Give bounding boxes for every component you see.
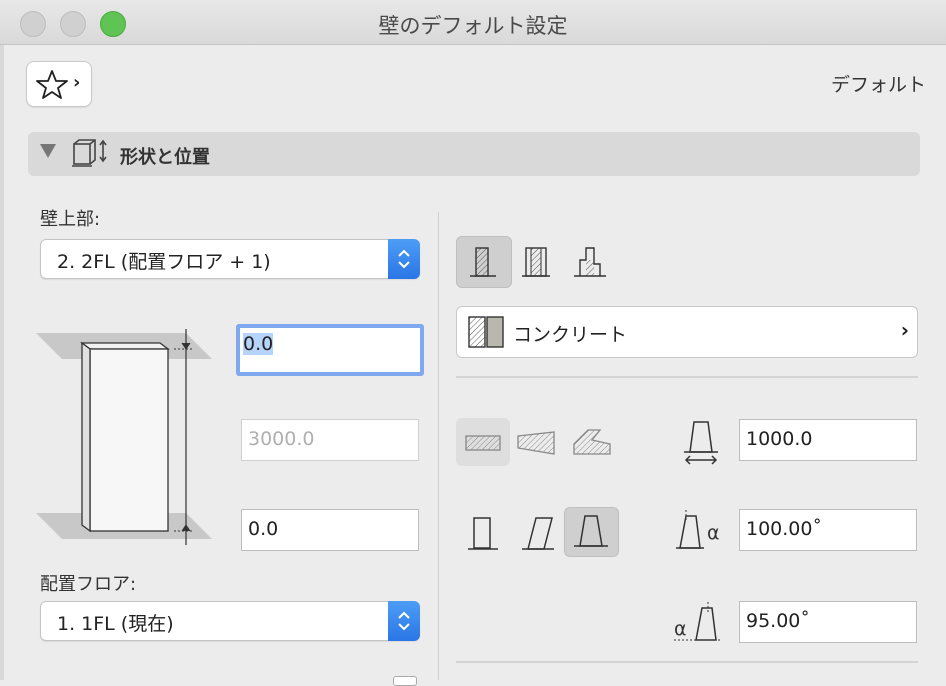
window-title: 壁のデフォルト設定 [378, 14, 568, 38]
basic-wall-icon [470, 247, 496, 277]
material-name: コンクリート [513, 324, 628, 346]
composite-wall-icon[interactable] [520, 244, 554, 280]
alpha-symbol: α [707, 522, 720, 544]
disclosure-triangle-icon[interactable] [40, 144, 56, 158]
section-title: 形状と位置 [120, 147, 210, 168]
polygonal-wall-icon[interactable] [570, 426, 616, 458]
thickness-input[interactable]: 1000.0 [739, 419, 917, 461]
title-bar: 壁のデフォルト設定 [0, 0, 946, 45]
straight-wall-icon [465, 435, 501, 451]
angle-2-input[interactable]: 95.00˚ [739, 601, 917, 643]
home-story-select[interactable]: 1. 1FL (現在) [40, 601, 420, 641]
double-slanted-wall-icon [574, 515, 608, 547]
checkbox[interactable] [393, 676, 417, 686]
home-story-value: 1. 1FL (現在) [57, 613, 174, 635]
window-edge [0, 0, 4, 680]
divider [456, 661, 918, 663]
wall-thickness-icon [684, 421, 718, 465]
wall-elevation-diagram [36, 329, 212, 545]
outer-slant-angle-icon [674, 602, 720, 641]
select-arrows-icon [388, 601, 420, 641]
top-link-value: 2. 2FL (配置フロア + 1) [57, 251, 271, 273]
top-offset-input[interactable]: 0.0 [236, 324, 424, 376]
column-divider [438, 212, 439, 680]
material-swatch-icon [468, 316, 504, 348]
favorites-button[interactable]: › [26, 61, 92, 107]
inner-slant-angle-icon [676, 510, 704, 549]
divider [456, 376, 918, 378]
bottom-offset-input[interactable]: 0.0 [241, 509, 419, 551]
building-material-selector[interactable]: コンクリート › [456, 306, 918, 358]
default-label: デフォルト [830, 74, 926, 96]
home-story-label: 配置フロア: [40, 574, 137, 595]
vertical-wall-icon[interactable] [466, 514, 502, 552]
angle-1-input[interactable]: 100.00˚ [739, 509, 917, 551]
chevron-right-icon: › [900, 318, 909, 342]
select-arrows-icon [388, 239, 420, 279]
wall-geometry-icon [72, 139, 107, 167]
top-link-select[interactable]: 2. 2FL (配置フロア + 1) [40, 239, 420, 279]
top-offset-value: 0.0 [243, 333, 274, 355]
chevron-right-icon: › [73, 72, 81, 93]
star-icon [36, 70, 68, 99]
section-header-geometry[interactable]: 形状と位置 [28, 132, 920, 176]
slanted-wall-icon[interactable] [518, 514, 558, 552]
wall-height-input[interactable]: 3000.0 [241, 419, 419, 461]
top-link-label: 壁上部: [40, 209, 101, 230]
profile-wall-icon[interactable] [572, 244, 610, 280]
trapezoid-wall-icon[interactable] [516, 428, 558, 458]
